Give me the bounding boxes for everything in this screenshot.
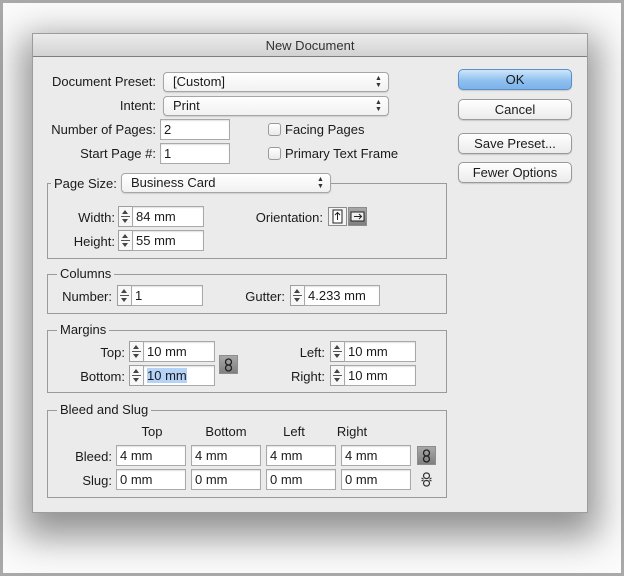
height-label: Height: bbox=[73, 234, 115, 249]
gutter-input[interactable]: 4.233 mm bbox=[304, 285, 380, 306]
orientation-label: Orientation: bbox=[255, 210, 323, 225]
primary-text-frame-checkbox[interactable] bbox=[268, 147, 281, 160]
bleed-bottom-input[interactable]: 4 mm bbox=[191, 445, 261, 466]
fewer-options-button[interactable]: Fewer Options bbox=[458, 162, 572, 183]
updown-arrows-icon: ▲ ▼ bbox=[375, 75, 382, 89]
facing-pages-label: Facing Pages bbox=[285, 122, 365, 137]
margins-title: Margins bbox=[57, 323, 110, 337]
facing-pages-checkbox[interactable] bbox=[268, 123, 281, 136]
document-preset-label: Document Preset: bbox=[51, 74, 156, 89]
landscape-page-icon bbox=[350, 211, 365, 222]
primary-text-frame-label: Primary Text Frame bbox=[285, 146, 399, 161]
column-header-right: Right bbox=[336, 424, 368, 439]
slug-label: Slug: bbox=[82, 473, 112, 488]
margin-right-stepper[interactable] bbox=[330, 365, 345, 386]
column-header-bottom: Bottom bbox=[205, 424, 247, 439]
intent-label: Intent: bbox=[119, 98, 156, 113]
bleed-slug-title: Bleed and Slug bbox=[57, 403, 152, 417]
margin-left-input[interactable]: 10 mm bbox=[344, 341, 416, 362]
bleed-left-input[interactable]: 4 mm bbox=[266, 445, 336, 466]
chain-link-icon bbox=[422, 448, 431, 463]
gutter-stepper[interactable] bbox=[290, 285, 305, 306]
height-input[interactable]: 55 mm bbox=[132, 230, 204, 251]
number-of-pages-input[interactable]: 2 bbox=[160, 119, 230, 140]
bleed-label: Bleed: bbox=[75, 449, 112, 464]
bleed-link-button[interactable] bbox=[417, 446, 436, 465]
slug-link-button[interactable] bbox=[417, 470, 436, 489]
ok-button[interactable]: OK bbox=[458, 69, 572, 90]
slug-right-input[interactable]: 0 mm bbox=[341, 469, 411, 490]
page-size-select[interactable]: Business Card ▲ ▼ bbox=[121, 173, 331, 193]
document-preset-select[interactable]: [Custom] ▲ ▼ bbox=[163, 72, 389, 92]
slug-bottom-input[interactable]: 0 mm bbox=[191, 469, 261, 490]
margin-right-label: Right: bbox=[291, 369, 325, 384]
document-preset-value: [Custom] bbox=[173, 74, 226, 89]
column-header-top: Top bbox=[141, 424, 163, 439]
landscape-orientation-button[interactable] bbox=[348, 207, 367, 226]
bleed-top-input[interactable]: 4 mm bbox=[116, 445, 186, 466]
slug-left-input[interactable]: 0 mm bbox=[266, 469, 336, 490]
save-preset-button[interactable]: Save Preset... bbox=[458, 133, 572, 154]
margin-left-stepper[interactable] bbox=[330, 341, 345, 362]
slug-top-input[interactable]: 0 mm bbox=[116, 469, 186, 490]
margin-left-label: Left: bbox=[299, 345, 325, 360]
start-page-input[interactable]: 1 bbox=[160, 143, 230, 164]
updown-arrows-icon: ▲ ▼ bbox=[375, 99, 382, 113]
new-document-dialog: New Document Document Preset: [Custom] ▲… bbox=[32, 33, 588, 513]
start-page-label: Start Page #: bbox=[80, 146, 156, 161]
updown-arrows-icon: ▲ ▼ bbox=[317, 176, 324, 190]
gutter-label: Gutter: bbox=[245, 289, 285, 304]
portrait-page-icon bbox=[332, 209, 343, 224]
cancel-button[interactable]: Cancel bbox=[458, 99, 572, 120]
margin-right-input[interactable]: 10 mm bbox=[344, 365, 416, 386]
intent-select[interactable]: Print ▲ ▼ bbox=[163, 96, 389, 116]
columns-title: Columns bbox=[57, 267, 115, 281]
portrait-orientation-button[interactable] bbox=[328, 207, 347, 226]
page-size-label: Page Size: bbox=[54, 176, 117, 191]
dialog-title: New Document bbox=[33, 34, 587, 57]
page-size-value: Business Card bbox=[131, 175, 216, 190]
broken-chain-link-icon bbox=[421, 472, 432, 487]
number-of-pages-label: Number of Pages: bbox=[51, 122, 156, 137]
height-stepper[interactable] bbox=[118, 230, 133, 251]
bleed-right-input[interactable]: 4 mm bbox=[341, 445, 411, 466]
intent-value: Print bbox=[173, 98, 200, 113]
